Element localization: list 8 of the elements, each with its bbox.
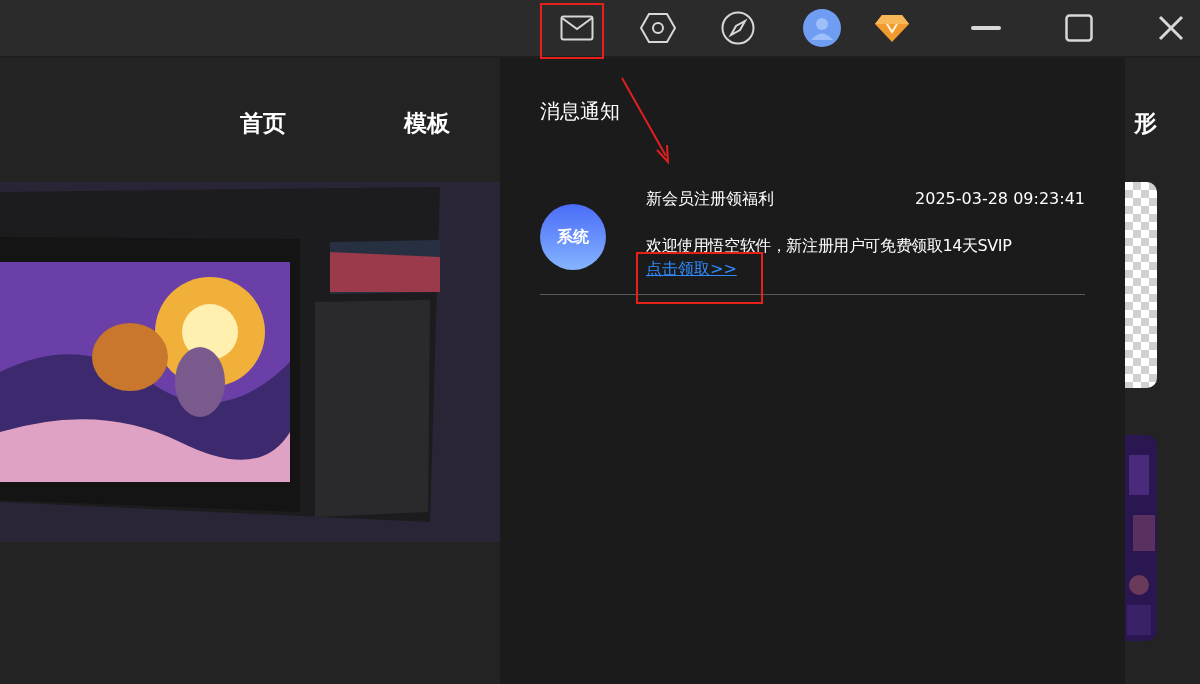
nav-tab[interactable]: 模板 — [404, 107, 450, 139]
nav-tab[interactable]: 首页 — [240, 107, 286, 139]
sender-avatar: 系统 — [540, 204, 606, 270]
message-time: 2025-03-28 09:23:41 — [915, 189, 1085, 210]
panel-title: 消息通知 — [540, 98, 620, 125]
message-title: 新会员注册领福利 — [646, 189, 774, 210]
nav-tab[interactable]: 形 — [1134, 107, 1157, 139]
claim-link[interactable]: 点击领取>> — [646, 259, 737, 280]
